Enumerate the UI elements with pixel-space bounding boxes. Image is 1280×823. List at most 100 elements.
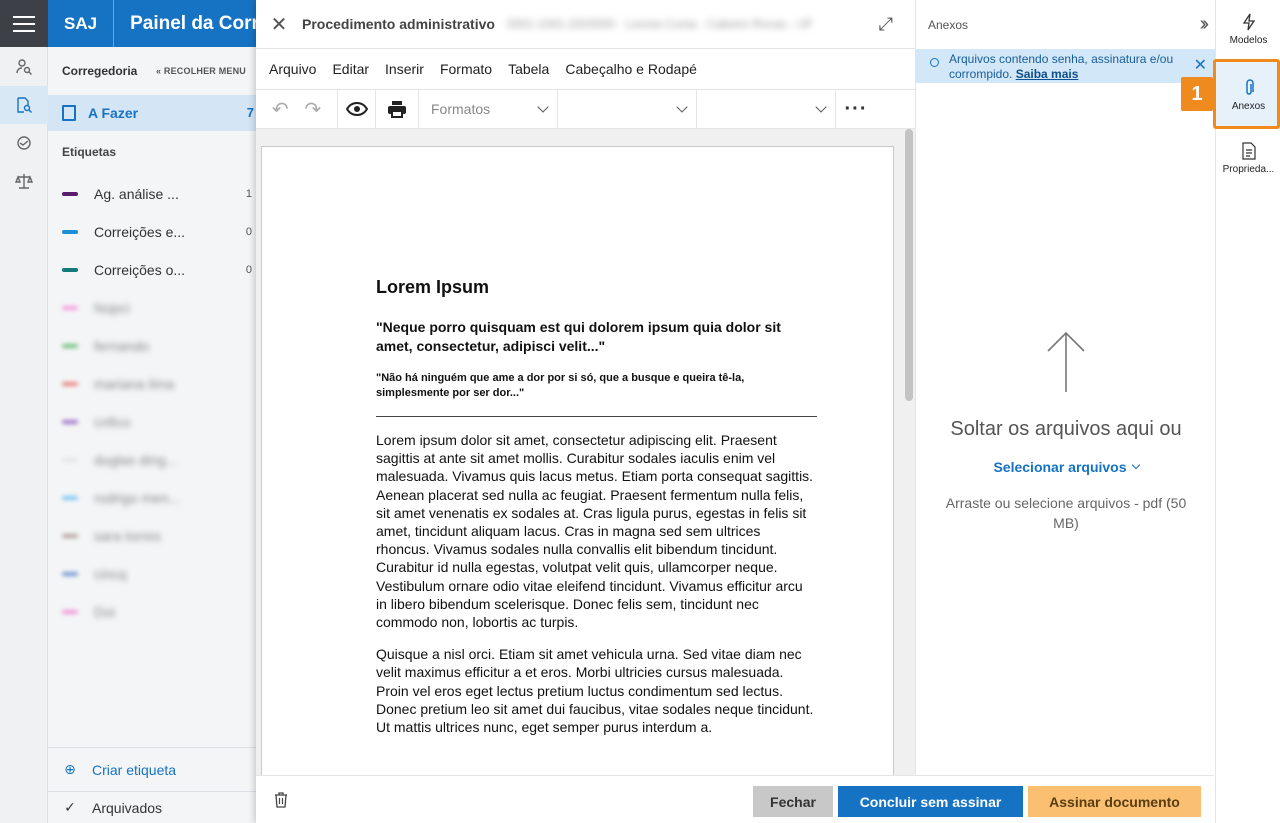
bookmark-icon [62,105,76,121]
tag-color-swatch [62,610,78,614]
select-files-label: Selecionar arquivos [993,459,1127,475]
menu-editar[interactable]: Editar [332,61,369,77]
tag-name: Núpci [94,300,130,316]
document-search-icon [17,97,32,113]
tag-color-swatch [62,458,78,462]
rail-item-modelos[interactable]: Modelos [1216,13,1280,46]
sidebar-tag-item[interactable]: mariana lima [48,365,258,403]
sidebar-tag-item[interactable]: fernando [48,327,258,365]
dismiss-alert-icon[interactable]: ✕ [1194,55,1207,75]
finish-without-signing-button[interactable]: Concluir sem assinar [838,786,1023,817]
tag-color-swatch [62,268,78,272]
editor-scrollbar[interactable] [905,129,913,401]
scales-icon [15,174,33,189]
tag-name: cnfico [94,414,131,430]
close-button[interactable]: Fechar [753,786,833,817]
file-drop-zone[interactable]: Soltar os arquivos aqui ou Selecionar ar… [916,330,1216,533]
rail-item-justice[interactable] [0,162,48,200]
sidebar: Corregedoria « RECOLHER MENU A Fazer 7 E… [48,47,258,823]
sidebar-tag-item[interactable]: Núpci [48,289,258,327]
archived-button[interactable]: ✓ Arquivados [48,791,258,823]
rail-item-documents[interactable] [0,86,48,124]
modal-title: Procedimento administrativo [302,16,495,32]
sidebar-tag-item[interactable]: sara torres [48,517,258,555]
modal-header: ✕ Procedimento administrativo 0001-1001-… [256,0,915,49]
todo-label: A Fazer [88,105,139,121]
learn-more-link[interactable]: Saiba mais [1016,67,1079,81]
document-icon [1241,142,1256,160]
formats-select[interactable]: Formatos [419,90,558,128]
rail-item-agreements[interactable] [0,124,48,162]
archived-label: Arquivados [92,799,163,816]
rail-item-label: Modelos [1229,35,1268,46]
tag-color-swatch [62,572,78,576]
sign-document-button[interactable]: Assinar documento [1028,786,1201,817]
modal-subtitle: 0001-1001-2020000 · Leonia Cunia - Cabei… [506,17,814,31]
sidebar-tag-item[interactable]: Correições o... 0 [48,251,258,289]
sidebar-header: Corregedoria « RECOLHER MENU [48,47,258,95]
font-family-select[interactable] [558,90,697,128]
tag-name: duglas ding... [94,452,178,468]
sidebar-item-todo[interactable]: A Fazer 7 [48,95,258,131]
menu-cabecalho-rodape[interactable]: Cabeçalho e Rodapé [565,61,697,77]
sidebar-tag-item[interactable]: Ag. análise ... 1 [48,175,258,213]
redo-icon[interactable]: ↷ [304,97,321,122]
rail-item-users[interactable] [0,48,48,86]
tag-name: sara torres [94,528,161,544]
upload-arrow-icon [1046,330,1086,394]
tag-count: 1 [245,188,252,200]
tag-color-swatch [62,230,78,234]
todo-count: 7 [246,105,254,120]
attachments-title: Anexos [928,17,969,32]
document-heading: Lorem Ipsum [376,277,490,297]
undo-icon[interactable]: ↶ [272,97,289,122]
collapse-panel-icon[interactable]: ›› [1200,13,1210,36]
rail-item-propriedades[interactable]: Proprieda... [1216,142,1280,175]
document-paragraph: Lorem ipsum dolor sit amet, consectetur … [376,432,814,631]
menu-inserir[interactable]: Inserir [385,61,424,77]
lightning-icon [1242,13,1255,31]
chevron-down-icon [537,101,549,113]
menu-arquivo[interactable]: Arquivo [269,61,316,77]
font-size-select[interactable] [697,90,836,128]
print-button[interactable] [376,90,419,128]
preview-button[interactable] [338,90,376,128]
trash-icon[interactable] [274,792,288,808]
tag-list: Ag. análise ... 1 Correições e... 0 Correiçõ… [48,175,258,631]
app-root: SAJ Painel da Corregedoria Corregedoria … [0,0,1280,823]
document-quote-latin: "Neque porro quisquam est qui dolorem ip… [376,319,781,354]
tag-color-swatch [62,382,78,386]
sidebar-tag-item[interactable]: cnfico [48,403,258,441]
rail-item-anexos[interactable]: Anexos [1216,79,1280,112]
menu-tabela[interactable]: Tabela [508,61,549,77]
document-page[interactable]: Lorem Ipsum "Neque porro quisquam est qu… [261,146,894,775]
attachments-panel: Anexos ›› Arquivos contendo senha, assin… [915,0,1215,775]
chevron-down-icon [1131,460,1140,470]
rail-item-label: Anexos [1231,101,1266,112]
tag-name: cincq [94,566,127,582]
hamburger-icon [13,22,35,25]
collapse-menu-button[interactable]: « RECOLHER MENU [156,66,246,76]
checkmark-icon: ✓ [64,799,76,815]
user-search-icon [16,59,32,75]
close-icon[interactable]: ✕ [256,12,302,37]
sidebar-tag-item[interactable]: rodrigo men... [48,479,258,517]
tag-color-swatch [62,344,78,348]
app-header: SAJ Painel da Corregedoria [48,0,258,47]
tag-color-swatch [62,192,78,196]
menu-formato[interactable]: Formato [440,61,492,77]
editor-area[interactable]: Lorem Ipsum "Neque porro quisquam est qu… [256,129,915,775]
sidebar-tag-item[interactable]: cincq [48,555,258,593]
attachments-alert: Arquivos contendo senha, assinatura e/ou… [916,49,1215,83]
tag-color-swatch [62,420,78,424]
create-tag-button[interactable]: ⊕ Criar etiqueta [48,747,258,791]
sidebar-tag-item[interactable]: Doi [48,593,258,631]
sidebar-tag-item[interactable]: Correições e... 0 [48,213,258,251]
more-options-button[interactable]: ··· [836,90,876,128]
tag-color-swatch [62,534,78,538]
select-files-button[interactable]: Selecionar arquivos [916,459,1216,475]
sidebar-tag-item[interactable]: duglas ding... [48,441,258,479]
hamburger-menu-button[interactable] [0,0,48,47]
eye-icon [345,102,368,116]
expand-icon[interactable]: ⤢ [879,14,893,35]
